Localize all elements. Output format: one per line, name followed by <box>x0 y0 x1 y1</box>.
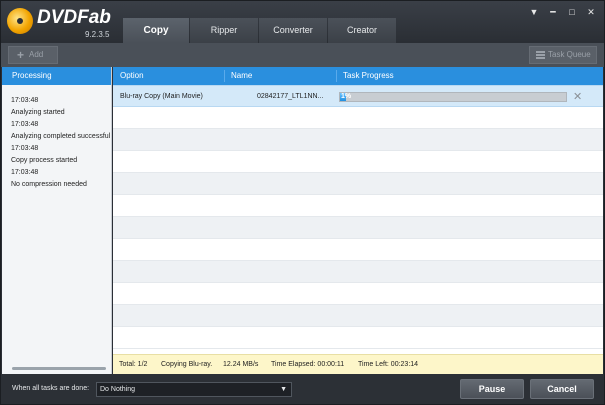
task-queue-label: Task Queue <box>548 50 591 59</box>
version-label: 9.2.3.5 <box>85 30 110 39</box>
when-done-select[interactable]: Do Nothing ▼ <box>96 382 292 397</box>
when-done-value: Do Nothing <box>100 386 136 393</box>
task-option: Blu-ray Copy (Main Movie) <box>120 93 203 100</box>
empty-row <box>113 151 603 173</box>
when-done-label: When all tasks are done: <box>12 385 90 392</box>
task-list-header: Option Name Task Progress <box>113 67 603 85</box>
empty-row <box>113 173 603 195</box>
remove-task-icon[interactable]: ✕ <box>573 86 582 108</box>
column-divider <box>224 70 225 82</box>
tab-ripper[interactable]: Ripper <box>190 18 258 43</box>
log-line: 17:03:48 <box>11 97 39 104</box>
log-line: 17:03:48 <box>11 169 39 176</box>
module-tabs: Copy Ripper Converter Creator <box>123 18 397 43</box>
status-elapsed: Time Elapsed: 00:00:11 <box>271 361 345 368</box>
empty-row <box>113 217 603 239</box>
disc-icon <box>7 8 33 34</box>
status-total: Total: 1/2 <box>119 361 148 368</box>
bottom-bar: When all tasks are done: Do Nothing ▼ Pa… <box>1 374 604 404</box>
processing-panel: Processing 17:03:48 Analyzing started 17… <box>2 67 112 374</box>
task-queue-button[interactable]: Task Queue <box>529 46 597 64</box>
task-name: 02842177_LTL1NN... <box>257 93 324 100</box>
logo-text: DVDFab <box>37 7 111 28</box>
title-bar: DVDFab 9.2.3.5 Copy Ripper Converter Cre… <box>1 1 604 43</box>
column-option[interactable]: Option <box>120 67 144 85</box>
log-line: Analyzing started <box>11 109 65 116</box>
task-list: Option Name Task Progress Blu-ray Copy (… <box>113 67 603 374</box>
cancel-button[interactable]: Cancel <box>530 379 594 399</box>
tab-copy[interactable]: Copy <box>123 18 189 43</box>
log-line: 17:03:48 <box>11 145 39 152</box>
column-task-progress[interactable]: Task Progress <box>343 67 394 85</box>
column-name[interactable]: Name <box>231 67 252 85</box>
empty-row <box>113 283 603 305</box>
list-icon <box>536 51 545 59</box>
empty-row <box>113 305 603 327</box>
tab-creator[interactable]: Creator <box>328 18 396 43</box>
tab-converter[interactable]: Converter <box>259 18 327 43</box>
dvdfab-window: DVDFab 9.2.3.5 Copy Ripper Converter Cre… <box>0 0 605 405</box>
dvdfab-logo: DVDFab 9.2.3.5 <box>7 6 117 40</box>
status-speed: 12.24 MB/s <box>223 361 259 368</box>
task-rows: Blu-ray Copy (Main Movie) 02842177_LTL1N… <box>113 85 603 349</box>
status-time-left: Time Left: 00:23:14 <box>358 361 419 368</box>
empty-row <box>113 239 603 261</box>
task-progress-text: 1% <box>341 93 352 100</box>
log-line: 17:03:48 <box>11 121 39 128</box>
empty-row <box>113 195 603 217</box>
add-button-label: Add <box>29 50 44 59</box>
chevron-down-icon: ▼ <box>280 386 287 393</box>
toolbar: + Add Task Queue <box>1 43 604 67</box>
task-status-bar: Total: 1/2 Copying Blu-ray. 12.24 MB/s T… <box>113 354 603 374</box>
log-line: No compression needed <box>11 181 87 188</box>
minimize-icon[interactable]: ━ <box>548 7 558 18</box>
log-line: Analyzing completed successfully <box>11 133 110 140</box>
task-progress-bar: 1% <box>339 92 567 102</box>
log-horizontal-scrollbar[interactable] <box>12 367 106 370</box>
empty-row <box>113 129 603 151</box>
empty-row <box>113 261 603 283</box>
pause-button[interactable]: Pause <box>460 379 524 399</box>
empty-row <box>113 327 603 349</box>
close-icon[interactable]: ✕ <box>586 7 596 18</box>
table-row[interactable]: Blu-ray Copy (Main Movie) 02842177_LTL1N… <box>113 85 603 107</box>
window-controls: ▼ ━ □ ✕ <box>529 7 596 18</box>
status-action: Copying Blu-ray. <box>161 361 213 368</box>
column-divider <box>336 70 337 82</box>
empty-row <box>113 107 603 129</box>
plus-icon: + <box>17 48 25 62</box>
menu-dropdown-icon[interactable]: ▼ <box>529 7 539 18</box>
add-button[interactable]: + Add <box>8 46 58 64</box>
processing-header: Processing <box>2 67 111 85</box>
log-line: Copy process started <box>11 157 78 164</box>
maximize-icon[interactable]: □ <box>567 7 577 18</box>
processing-log[interactable]: 17:03:48 Analyzing started 17:03:48 Anal… <box>2 85 111 191</box>
